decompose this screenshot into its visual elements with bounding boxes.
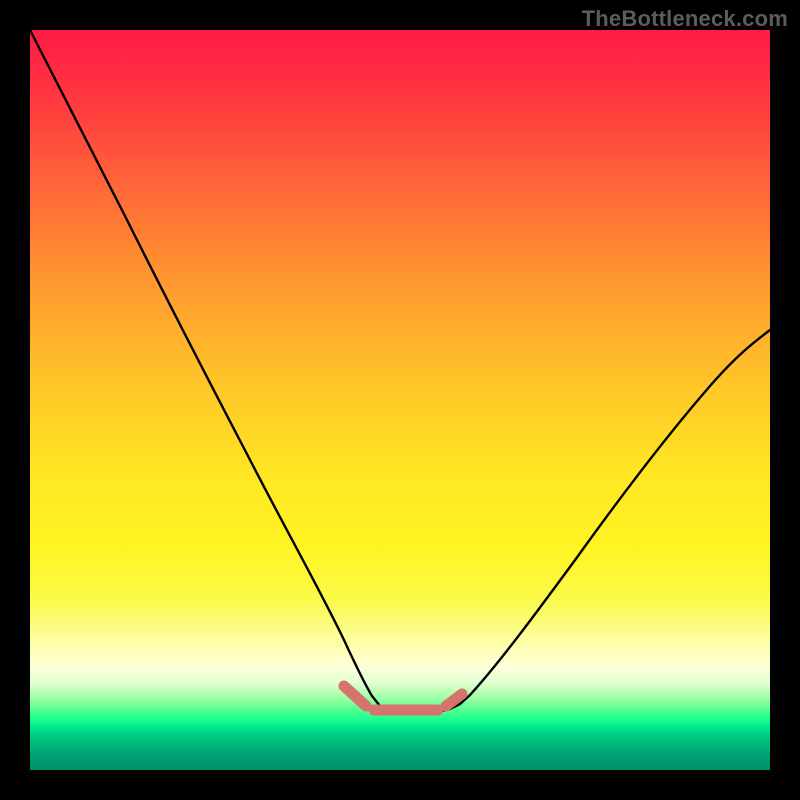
chart-frame: TheBottleneck.com: [0, 0, 800, 800]
marker-seg-left: [344, 686, 366, 706]
bottleneck-curve: [30, 30, 770, 713]
plot-area: [30, 30, 770, 770]
sweet-spot-marker: [344, 686, 462, 710]
curve-layer: [30, 30, 770, 770]
watermark-text: TheBottleneck.com: [582, 6, 788, 32]
